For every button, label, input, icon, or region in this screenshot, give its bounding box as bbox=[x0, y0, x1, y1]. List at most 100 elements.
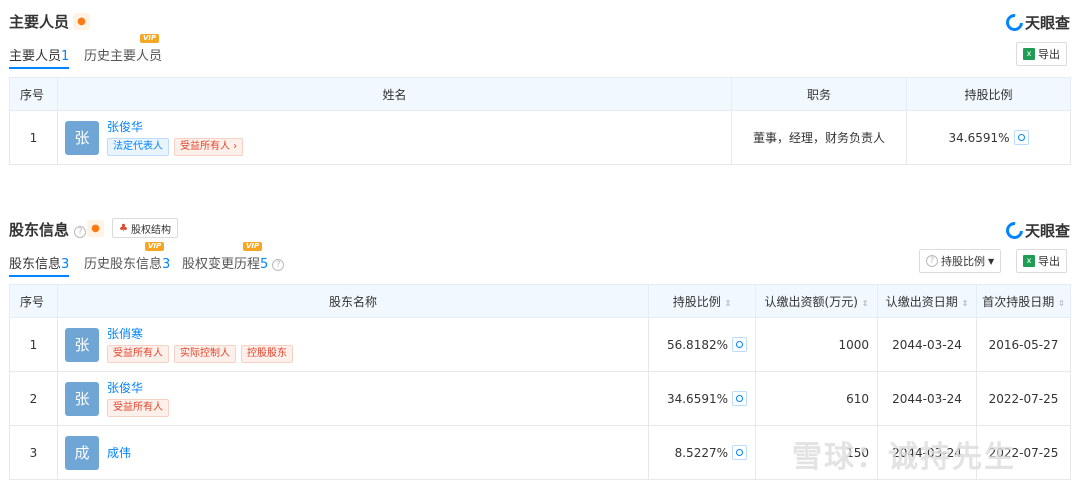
tag-actual-controller[interactable]: 实际控制人 bbox=[174, 345, 236, 363]
avatar: 张 bbox=[65, 327, 99, 362]
tab-count: 3 bbox=[162, 257, 171, 272]
table-header-row: 序号 股东名称 持股比例 ⇕ 认缴出资额(万元) ⇕ 认缴出资日期 ⇕ 首次持股… bbox=[9, 284, 1071, 318]
shareholders-title-text: 股东信息 bbox=[9, 221, 70, 239]
amount-cell: 610 bbox=[755, 371, 878, 426]
column-header-sortable[interactable]: 首次持股日期 ⇕ bbox=[976, 284, 1071, 318]
column-header: 序号 bbox=[9, 77, 58, 111]
column-header-sortable[interactable]: 认缴出资日期 ⇕ bbox=[877, 284, 977, 318]
export-button[interactable]: x 导出 bbox=[1016, 42, 1067, 66]
row-index: 2 bbox=[9, 371, 58, 426]
row-index: 1 bbox=[9, 317, 58, 372]
ratio-chart-icon[interactable] bbox=[1013, 130, 1029, 145]
caret-down-icon: ▼ bbox=[988, 256, 995, 266]
tab-shareholders[interactable]: 股东信息3 bbox=[9, 253, 70, 277]
bell-icon[interactable]: ● bbox=[73, 13, 90, 30]
sort-icon: ⇕ bbox=[861, 298, 869, 308]
ratio-value: 56.8182% bbox=[666, 337, 728, 352]
shareholder-cell: 成 成伟 bbox=[58, 435, 648, 470]
sort-icon: ⇕ bbox=[1058, 298, 1065, 308]
column-header-sortable[interactable]: 认缴出资额(万元) ⇕ bbox=[755, 284, 878, 318]
sort-icon: ⇕ bbox=[724, 298, 732, 308]
shareholder-name-link[interactable]: 张俏寒 bbox=[107, 326, 293, 342]
ratio-cell: 8.5227% bbox=[648, 425, 756, 480]
column-header: 持股比例 bbox=[906, 77, 1071, 111]
column-header: 股东名称 bbox=[57, 284, 649, 318]
table-header-row: 序号 姓名 职务 持股比例 bbox=[9, 77, 1071, 111]
brand-text: 天眼查 bbox=[1024, 222, 1070, 240]
help-icon[interactable]: ? bbox=[272, 259, 285, 271]
column-header: 序号 bbox=[9, 284, 58, 318]
vip-badge: VIP bbox=[243, 242, 263, 251]
tag-beneficial-owner[interactable]: 受益所有人 › bbox=[174, 138, 244, 156]
brand-text: 天眼查 bbox=[1024, 14, 1070, 32]
structure-icon: ♣ bbox=[119, 222, 128, 234]
position-cell: 董事，经理，财务负责人 bbox=[731, 110, 907, 165]
tab-label: 主要人员 bbox=[9, 49, 62, 64]
table-row: 2 张 张俊华 受益所有人 34.6591% 610 2044-03-24 20… bbox=[9, 371, 1071, 426]
tag-beneficial-owner[interactable]: 受益所有人 bbox=[107, 399, 169, 417]
column-header: 职务 bbox=[731, 77, 907, 111]
tab-history-shareholders[interactable]: 历史股东信息3 VIP bbox=[84, 242, 171, 272]
main-staff-title: 主要人员 bbox=[9, 13, 70, 31]
tag-controlling-shareholder[interactable]: 控股股东 bbox=[241, 345, 293, 363]
avatar: 成 bbox=[65, 435, 99, 470]
ratio-cell: 56.8182% bbox=[648, 317, 756, 372]
ratio-chart-icon[interactable] bbox=[732, 445, 747, 460]
tianyancha-logo: 天眼查 bbox=[1002, 10, 1070, 35]
excel-icon: x bbox=[1023, 255, 1035, 267]
bell-icon[interactable]: ● bbox=[87, 220, 104, 237]
avatar: 张 bbox=[65, 120, 99, 155]
export-label: 导出 bbox=[1038, 255, 1060, 268]
excel-icon: x bbox=[1023, 48, 1035, 60]
person-name-link[interactable]: 张俊华 bbox=[107, 119, 243, 135]
tab-count: 3 bbox=[61, 257, 70, 272]
ratio-chart-icon[interactable] bbox=[732, 337, 747, 352]
avatar: 张 bbox=[65, 381, 99, 416]
shareholder-cell: 张 张俊华 受益所有人 bbox=[58, 380, 648, 417]
vip-badge: VIP bbox=[140, 34, 160, 43]
equity-structure-button[interactable]: ♣ 股权结构 bbox=[112, 218, 178, 238]
row-index: 1 bbox=[9, 110, 58, 165]
shareholder-name-link[interactable]: 张俊华 bbox=[107, 380, 169, 396]
tag-legal-representative[interactable]: 法定代表人 bbox=[107, 138, 169, 156]
main-staff-section: 主要人员 ● 天眼查 主要人员1 历史主要人员 VIP x 导出 序号 姓名 职… bbox=[0, 0, 1080, 170]
column-header-sortable[interactable]: 持股比例 ⇕ bbox=[648, 284, 756, 318]
first-date-cell: 2022-07-25 bbox=[976, 371, 1071, 426]
tianyancha-logo-icon bbox=[1002, 218, 1027, 243]
column-label: 首次持股日期 bbox=[982, 294, 1055, 309]
ratio-chart-icon[interactable] bbox=[732, 391, 747, 406]
column-label: 认缴出资额(万元) bbox=[764, 294, 858, 309]
tab-label: 历史股东信息 bbox=[84, 257, 163, 272]
tianyancha-logo-icon bbox=[1002, 10, 1027, 35]
equity-structure-label: 股权结构 bbox=[130, 224, 171, 236]
tag-beneficial-owner[interactable]: 受益所有人 bbox=[107, 345, 169, 363]
person-cell: 张 张俊华 法定代表人 受益所有人 › bbox=[58, 119, 731, 156]
tab-equity-change-history[interactable]: 股权变更历程5 ? VIP bbox=[182, 242, 285, 272]
date-cell: 2044-03-24 bbox=[877, 371, 977, 426]
export-label: 导出 bbox=[1038, 48, 1060, 61]
ratio-value: 34.6591% bbox=[666, 391, 728, 406]
tianyancha-logo: 天眼查 bbox=[1002, 218, 1070, 243]
shareholder-name-link[interactable]: 成伟 bbox=[107, 445, 131, 461]
column-label: 认缴出资日期 bbox=[885, 294, 958, 309]
column-header: 姓名 bbox=[57, 77, 732, 111]
date-cell: 2044-03-24 bbox=[877, 317, 977, 372]
tab-history-main-staff[interactable]: 历史主要人员 VIP bbox=[84, 34, 162, 64]
ratio-cell: 34.6591% bbox=[648, 371, 756, 426]
export-button[interactable]: x 导出 bbox=[1016, 249, 1067, 273]
xueqiu-watermark: 雪球：诚持先生 bbox=[792, 440, 1016, 475]
shareholder-cell: 张 张俏寒 受益所有人 实际控制人 控股股东 bbox=[58, 326, 648, 363]
sort-icon: ⇕ bbox=[961, 298, 969, 308]
column-label: 持股比例 bbox=[672, 294, 721, 309]
amount-cell: 1000 bbox=[755, 317, 878, 372]
tab-label: 股权变更历程 bbox=[182, 257, 261, 272]
table-row: 1 张 张俏寒 受益所有人 实际控制人 控股股东 56.8182% 1000 2… bbox=[9, 317, 1071, 372]
help-icon[interactable]: ? bbox=[74, 226, 87, 238]
ratio-filter-dropdown[interactable]: ? 持股比例 ▼ bbox=[919, 249, 1002, 273]
tab-main-staff[interactable]: 主要人员1 bbox=[9, 45, 70, 69]
tab-count: 5 bbox=[260, 257, 269, 272]
vip-badge: VIP bbox=[145, 242, 165, 251]
ratio-value: 8.5227% bbox=[674, 445, 728, 460]
row-index: 3 bbox=[9, 425, 58, 480]
first-date-cell: 2016-05-27 bbox=[976, 317, 1071, 372]
